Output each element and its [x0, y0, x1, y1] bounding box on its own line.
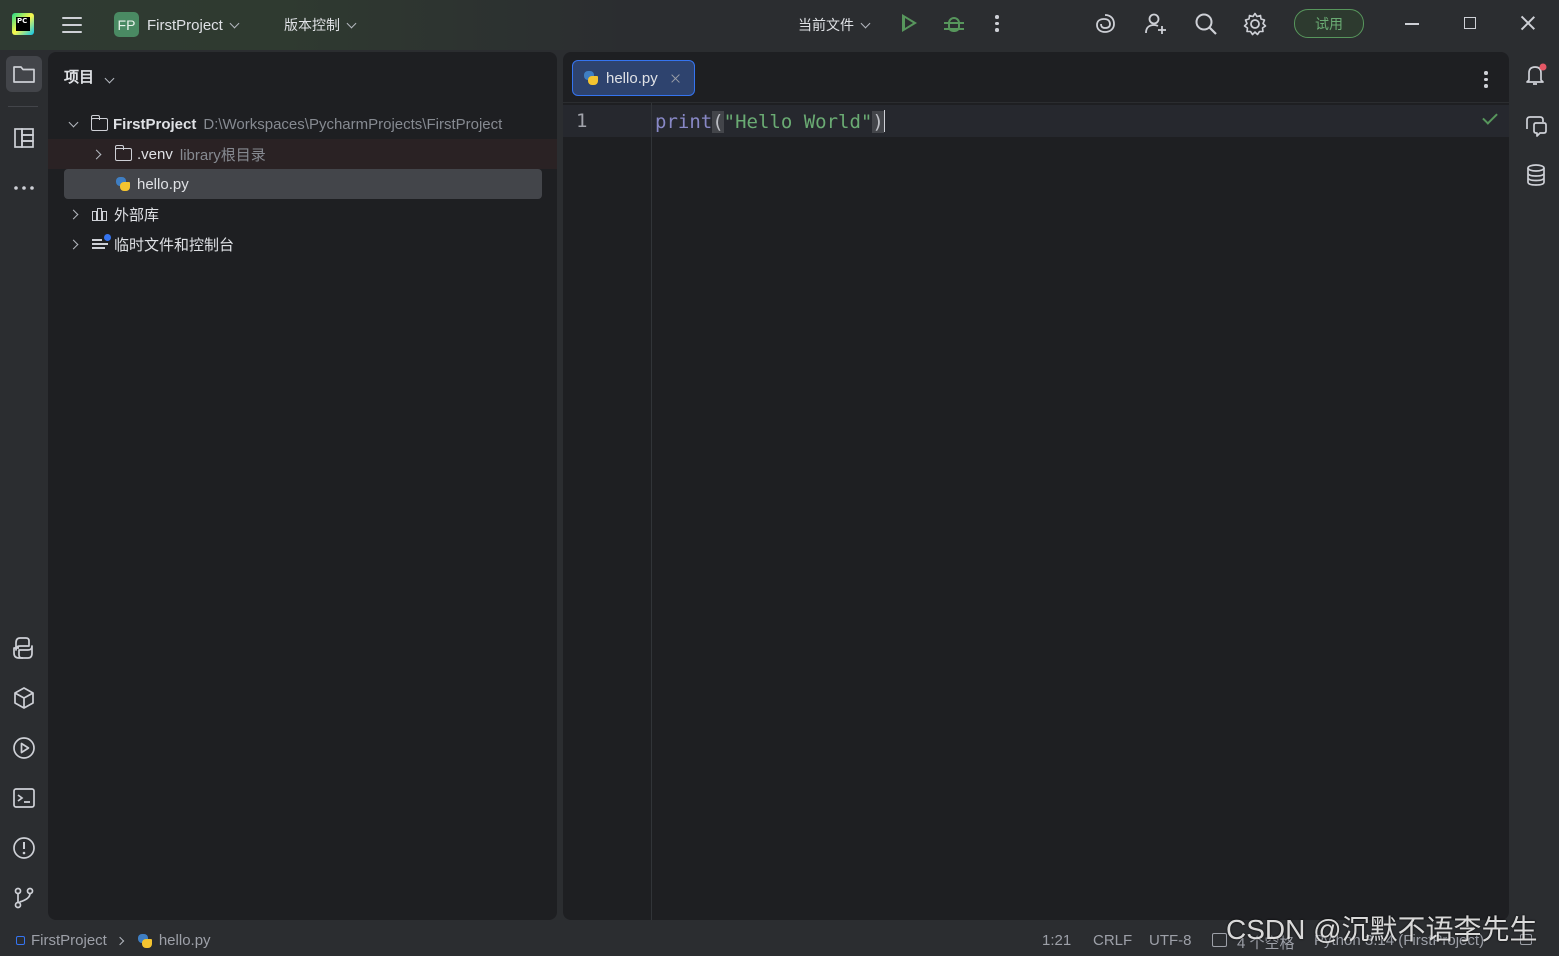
code-function: print: [655, 111, 713, 133]
right-tool-strip: [1511, 50, 1559, 920]
run-config-selector[interactable]: 当前文件: [798, 0, 871, 50]
folder-icon: [114, 144, 132, 161]
ai-assistant-icon[interactable]: [1092, 11, 1118, 37]
chevron-down-icon: [229, 18, 240, 28]
more-tools-button[interactable]: [6, 170, 42, 206]
project-panel-header[interactable]: 项目: [64, 66, 115, 87]
tab-label: hello.py: [606, 69, 658, 87]
pycharm-logo-icon[interactable]: PC: [12, 13, 34, 35]
code-open-paren: (: [712, 111, 724, 133]
strip-divider: [8, 106, 38, 107]
vcs-menu[interactable]: 版本控制: [284, 0, 357, 50]
venv-folder-hint: library根目录: [179, 146, 266, 164]
more-horizontal-icon: [14, 186, 34, 190]
chevron-right-icon[interactable]: [68, 239, 79, 249]
text-caret: [883, 110, 886, 132]
debug-icon[interactable]: [944, 12, 964, 36]
run-window-icon: [13, 737, 35, 759]
panel-title: 项目: [64, 69, 95, 86]
run-tool-button[interactable]: [6, 730, 42, 766]
line-number: 1: [576, 110, 588, 132]
editor-more-icon[interactable]: [1484, 71, 1488, 88]
python-packages-button[interactable]: [6, 630, 42, 666]
project-name: FirstProject: [147, 16, 223, 34]
file-name: hello.py: [137, 175, 189, 193]
main-menu-icon[interactable]: [60, 0, 84, 50]
python-file-icon: [137, 933, 153, 949]
left-tool-strip: [0, 50, 48, 920]
external-libs-label: 外部库: [114, 206, 160, 224]
watermark-text: CSDN @沉默不语李先生: [1226, 914, 1538, 945]
tree-row-external-libs[interactable]: 外部库: [48, 199, 557, 229]
tab-hello-py[interactable]: hello.py: [572, 60, 695, 96]
scratches-icon: [92, 234, 111, 251]
chevron-down-icon: [346, 18, 357, 28]
root-folder-path: D:\Workspaces\PycharmProjects\FirstProje…: [203, 115, 503, 133]
breadcrumb[interactable]: FirstProject hello.py: [16, 932, 211, 949]
code-string: "Hello World": [723, 111, 873, 133]
tree-row-hello-py[interactable]: hello.py: [64, 169, 542, 199]
more-actions-icon[interactable]: [995, 15, 999, 32]
run-icon[interactable]: [902, 14, 917, 32]
notifications-icon[interactable]: [1523, 62, 1549, 88]
indent-icon: [1212, 933, 1227, 947]
caret-position[interactable]: 1:21: [1042, 932, 1071, 949]
gutter-divider: [651, 103, 652, 920]
chevron-right-icon[interactable]: [91, 149, 102, 159]
module-icon: [16, 936, 25, 945]
tree-row-root[interactable]: FirstProject D:\Workspaces\PycharmProjec…: [48, 109, 557, 139]
project-badge[interactable]: FP: [114, 12, 139, 37]
chevron-down-icon: [860, 18, 871, 28]
project-tool-button[interactable]: [6, 56, 42, 92]
tab-close-icon[interactable]: [671, 74, 680, 83]
trial-button[interactable]: 试用: [1294, 9, 1364, 38]
terminal-tool-button[interactable]: [6, 780, 42, 816]
title-bar: PC FP FirstProject 版本控制 当前文件 试用: [0, 0, 1559, 50]
problems-icon: [13, 837, 35, 859]
services-tool-button[interactable]: [6, 680, 42, 716]
scratches-label: 临时文件和控制台: [114, 236, 235, 254]
search-icon[interactable]: [1193, 11, 1219, 37]
code-close-paren: ): [872, 111, 884, 133]
root-folder-name: FirstProject: [113, 115, 197, 133]
breadcrumb-file[interactable]: hello.py: [159, 932, 211, 949]
folder-icon: [13, 66, 35, 83]
problems-tool-button[interactable]: [6, 830, 42, 866]
packages-icon: [14, 687, 34, 709]
project-switcher[interactable]: FirstProject: [147, 0, 240, 50]
git-branch-icon: [14, 887, 34, 909]
chevron-down-icon: [104, 73, 115, 84]
ai-chat-icon[interactable]: [1523, 113, 1549, 139]
close-icon[interactable]: [1520, 15, 1536, 31]
minimize-icon[interactable]: [1405, 23, 1419, 25]
tab-bar-divider: [563, 102, 1509, 103]
editor-panel: hello.py 1 print("Hello World"): [563, 52, 1509, 920]
vcs-menu-label: 版本控制: [284, 17, 340, 33]
chevron-down-icon[interactable]: [68, 117, 79, 127]
library-icon: [92, 207, 109, 221]
project-panel: 项目 FirstProject D:\Workspaces\PycharmPro…: [48, 52, 557, 920]
structure-tool-button[interactable]: [6, 120, 42, 156]
line-separator[interactable]: CRLF: [1093, 932, 1132, 949]
python-file-icon: [115, 176, 131, 192]
run-config-label: 当前文件: [798, 17, 854, 33]
venv-folder-name: .venv: [137, 145, 173, 163]
tree-row-scratches[interactable]: 临时文件和控制台: [48, 229, 557, 259]
code-line[interactable]: print("Hello World"): [655, 110, 886, 133]
chevron-right-icon[interactable]: [68, 209, 79, 219]
python-console-icon: [13, 637, 33, 659]
folder-icon: [90, 114, 108, 131]
chevron-right-icon: [115, 936, 125, 945]
tree-row-venv[interactable]: .venv library根目录: [48, 139, 557, 169]
terminal-icon: [13, 788, 35, 808]
git-tool-button[interactable]: [6, 880, 42, 916]
database-icon[interactable]: [1523, 162, 1549, 188]
settings-icon[interactable]: [1242, 11, 1268, 37]
structure-icon: [14, 128, 34, 148]
maximize-icon[interactable]: [1464, 17, 1476, 29]
add-user-icon[interactable]: [1143, 11, 1169, 37]
breadcrumb-project[interactable]: FirstProject: [31, 932, 107, 949]
file-encoding[interactable]: UTF-8: [1149, 932, 1192, 949]
python-file-icon: [583, 70, 599, 86]
